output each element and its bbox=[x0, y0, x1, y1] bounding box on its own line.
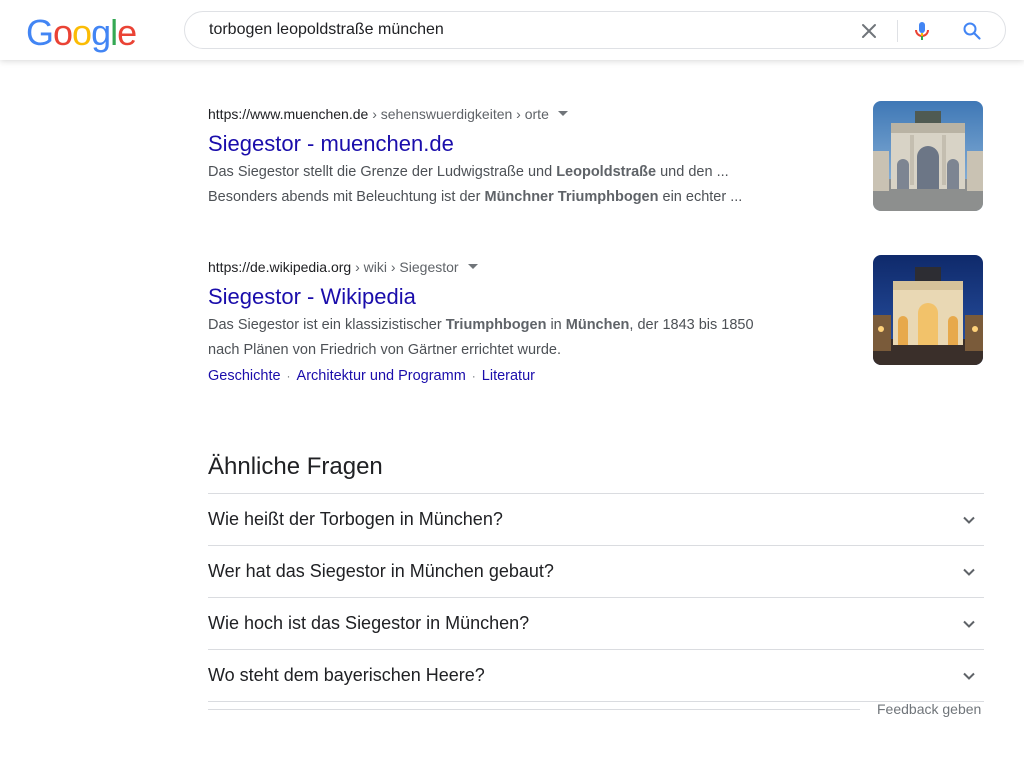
search-result: https://www.muenchen.de › sehenswuerdigk… bbox=[208, 104, 848, 210]
snippet-highlight: Münchner Triumphbogen bbox=[484, 189, 659, 205]
search-input[interactable] bbox=[209, 12, 829, 48]
snippet-text: in bbox=[546, 317, 566, 333]
logo-letter: o bbox=[72, 12, 92, 53]
question-text: Wer hat das Siegestor in München gebaut? bbox=[208, 561, 554, 581]
search-box bbox=[184, 11, 1006, 49]
feedback-divider bbox=[208, 709, 860, 710]
cite-path: › sehenswuerdigkeiten › orte bbox=[368, 106, 549, 122]
result-menu-caret[interactable] bbox=[467, 263, 478, 269]
result-thumbnail[interactable] bbox=[873, 101, 983, 211]
close-icon[interactable] bbox=[856, 18, 882, 44]
result-cite: https://www.muenchen.de › sehenswuerdigk… bbox=[208, 104, 848, 124]
search-divider bbox=[897, 20, 898, 42]
snippet-highlight: München bbox=[565, 317, 630, 333]
cite-path: › wiki › Siegestor bbox=[351, 259, 459, 275]
result-cite: https://de.wikipedia.org › wiki › Sieges… bbox=[208, 257, 848, 277]
logo-letter: o bbox=[53, 12, 73, 53]
sitelink-literatur[interactable]: Literatur bbox=[482, 368, 535, 384]
sitelink-geschichte[interactable]: Geschichte bbox=[208, 368, 281, 384]
snippet-highlight: Leopoldstraße bbox=[556, 164, 657, 180]
snippet-text: Das Siegestor ist ein klassizistischer bbox=[208, 317, 446, 333]
related-questions-list: Wie heißt der Torbogen in München? Wer h… bbox=[208, 493, 984, 702]
snippet-text: und den ... bbox=[656, 164, 729, 180]
chevron-down-icon bbox=[963, 672, 975, 680]
snippet-text: Das Siegestor stellt die Grenze der Ludw… bbox=[208, 164, 557, 180]
related-question[interactable]: Wo steht dem bayerischen Heere? bbox=[208, 650, 984, 702]
mic-icon[interactable] bbox=[909, 18, 935, 44]
logo-letter: e bbox=[117, 12, 137, 53]
snippet-text: nach Plänen von Friedrich von Gärtner er… bbox=[208, 342, 562, 358]
feedback-link[interactable]: Feedback geben bbox=[877, 700, 981, 718]
logo-letter: G bbox=[26, 12, 54, 53]
result-title-link[interactable]: Siegestor - muenchen.de bbox=[208, 130, 848, 158]
snippet-highlight: Triumphbogen bbox=[445, 317, 547, 333]
search-result: https://de.wikipedia.org › wiki › Sieges… bbox=[208, 257, 848, 387]
header-bar: Google bbox=[0, 0, 1024, 60]
related-question[interactable]: Wie hoch ist das Siegestor in München? bbox=[208, 598, 984, 650]
google-logo[interactable]: Google bbox=[26, 11, 137, 55]
cite-domain: https://www.muenchen.de bbox=[208, 106, 369, 122]
search-icon[interactable] bbox=[959, 18, 985, 44]
sitelinks: Geschichte · Architektur und Programm · Lite… bbox=[208, 365, 848, 387]
question-text: Wie heißt der Torbogen in München? bbox=[208, 509, 503, 529]
chevron-down-icon bbox=[963, 568, 975, 576]
cite-domain: https://de.wikipedia.org bbox=[208, 259, 352, 275]
snippet-text: , der 1843 bis 1850 bbox=[629, 317, 754, 333]
chevron-down-icon bbox=[963, 620, 975, 628]
logo-letter: l bbox=[110, 12, 118, 53]
snippet-text: Besonders abends mit Beleuchtung ist der bbox=[208, 189, 485, 205]
sitelink-separator: · bbox=[286, 369, 291, 383]
sitelink-separator: · bbox=[471, 369, 476, 383]
result-menu-caret[interactable] bbox=[557, 110, 568, 116]
snippet-text: ein echter ... bbox=[658, 189, 743, 205]
question-text: Wo steht dem bayerischen Heere? bbox=[208, 665, 485, 685]
result-title-link[interactable]: Siegestor - Wikipedia bbox=[208, 283, 848, 311]
sitelink-architektur[interactable]: Architektur und Programm bbox=[297, 368, 466, 384]
related-questions-heading: Ähnliche Fragen bbox=[208, 453, 383, 480]
related-question[interactable]: Wer hat das Siegestor in München gebaut? bbox=[208, 546, 984, 598]
result-thumbnail[interactable] bbox=[873, 255, 983, 365]
related-question[interactable]: Wie heißt der Torbogen in München? bbox=[208, 494, 984, 546]
result-snippet: Das Siegestor ist ein klassizistischer T… bbox=[208, 313, 848, 363]
chevron-down-icon bbox=[963, 516, 975, 524]
result-snippet: Das Siegestor stellt die Grenze der Ludw… bbox=[208, 160, 848, 210]
question-text: Wie hoch ist das Siegestor in München? bbox=[208, 613, 530, 633]
logo-letter: g bbox=[91, 12, 111, 53]
